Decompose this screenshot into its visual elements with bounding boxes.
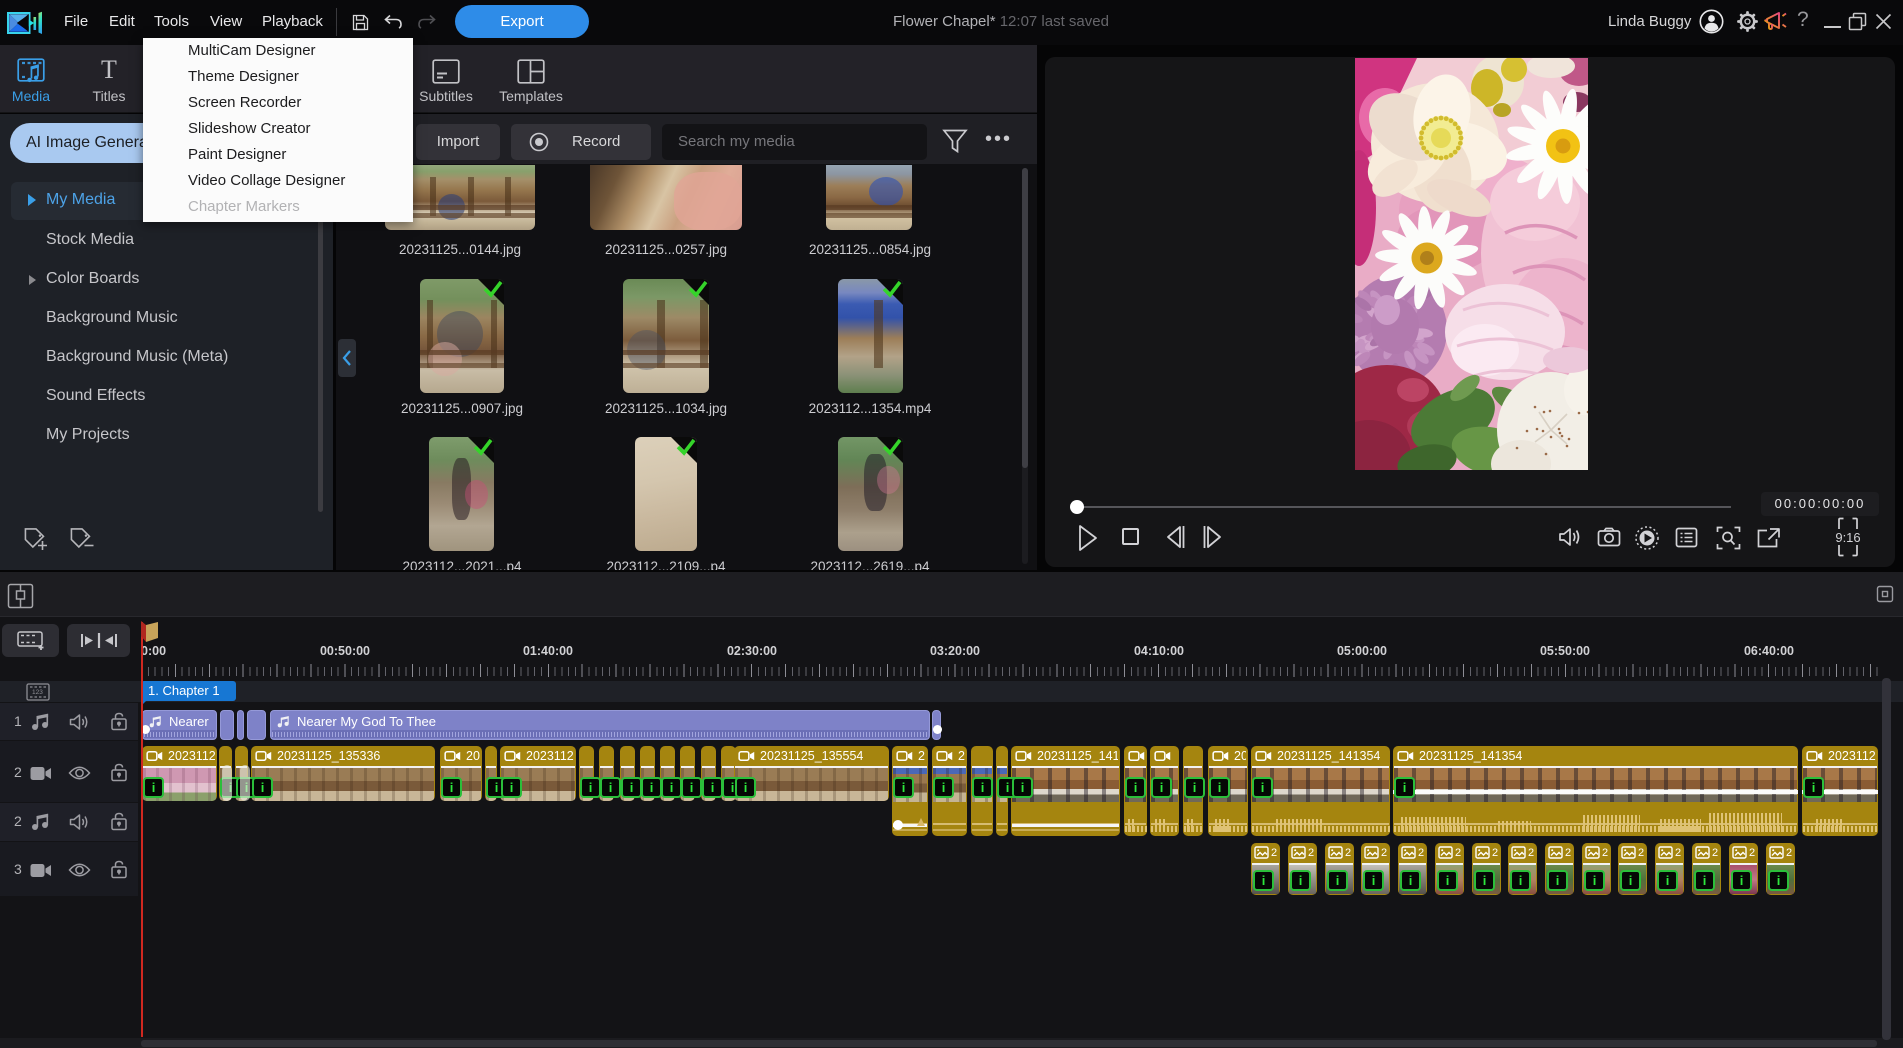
svg-text:123: 123 (32, 689, 43, 696)
